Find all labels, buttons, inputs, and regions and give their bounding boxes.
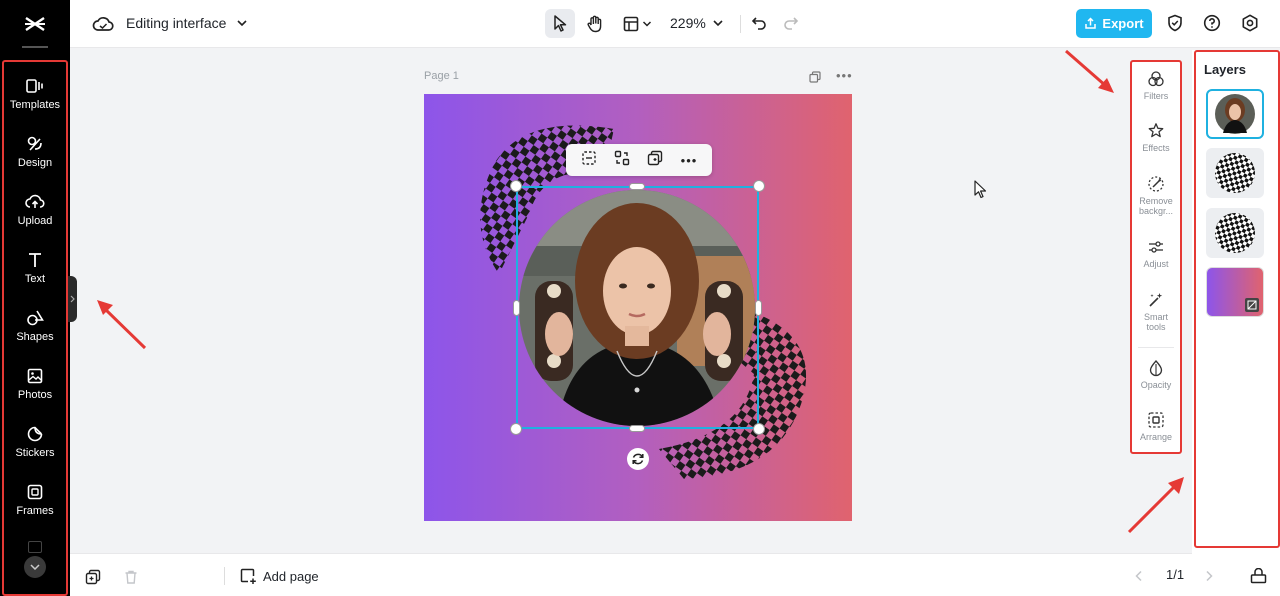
duplicate-icon bbox=[85, 569, 101, 585]
selection-bounding-box[interactable] bbox=[516, 186, 759, 429]
chevron-left-icon bbox=[1135, 570, 1142, 582]
design-canvas[interactable]: ••• bbox=[424, 94, 852, 521]
delete-page-button[interactable] bbox=[120, 566, 142, 588]
arrange-icon bbox=[1148, 412, 1164, 428]
add-page-icon bbox=[240, 568, 256, 584]
tool-label: Effects bbox=[1142, 143, 1170, 153]
bottom-divider bbox=[224, 567, 225, 585]
annotation-box-left bbox=[2, 60, 68, 596]
chevron-right-icon bbox=[1206, 570, 1213, 582]
adjust-sliders-icon bbox=[1149, 241, 1163, 253]
select-tool-button[interactable] bbox=[545, 9, 575, 38]
resize-handle-bottom[interactable] bbox=[629, 425, 645, 432]
project-title[interactable]: Editing interface bbox=[126, 15, 226, 31]
logo-divider bbox=[22, 46, 48, 48]
chevron-down-icon bbox=[642, 20, 651, 27]
tools-divider bbox=[1138, 347, 1174, 348]
help-icon bbox=[1203, 14, 1221, 32]
tool-opacity[interactable]: Opacity bbox=[1132, 359, 1180, 390]
remove-background-icon bbox=[1148, 176, 1164, 192]
resize-handle-right[interactable] bbox=[755, 300, 762, 316]
trash-icon bbox=[125, 570, 137, 584]
duplicate-page-button[interactable] bbox=[82, 566, 104, 588]
export-icon bbox=[1085, 17, 1097, 29]
settings-button[interactable] bbox=[1239, 12, 1261, 34]
magic-wand-icon bbox=[1149, 293, 1163, 307]
tool-label: Adjust bbox=[1143, 259, 1169, 269]
image-tools-panel: Filters Effects Remove backgr... Adjust … bbox=[1130, 60, 1182, 454]
resize-handle-left[interactable] bbox=[513, 300, 520, 316]
redo-button[interactable] bbox=[780, 12, 802, 34]
hand-tool-button[interactable] bbox=[582, 9, 608, 38]
rotate-icon bbox=[632, 453, 644, 465]
bottom-toolbar: Add page bbox=[70, 553, 1192, 596]
annotation-box-layers bbox=[1194, 50, 1280, 548]
gear-icon bbox=[1242, 14, 1258, 32]
tool-arrange[interactable]: Arrange bbox=[1132, 411, 1180, 442]
page-indicator: 1/1 bbox=[1166, 567, 1185, 582]
layout-icon bbox=[623, 16, 638, 31]
hand-icon bbox=[587, 15, 602, 32]
chevron-down-icon[interactable] bbox=[236, 16, 248, 34]
top-toolbar: Editing interface 229% Export bbox=[70, 0, 1280, 48]
resize-handle-bottom-right[interactable] bbox=[753, 423, 765, 435]
rotate-handle[interactable] bbox=[627, 448, 649, 470]
previous-page-button[interactable] bbox=[1128, 565, 1150, 587]
cloud-sync-icon[interactable] bbox=[92, 13, 114, 35]
resize-handle-top-right[interactable] bbox=[753, 180, 765, 192]
layout-menu-button[interactable] bbox=[619, 9, 655, 38]
page-more-options-icon[interactable]: ••• bbox=[836, 68, 853, 83]
resize-handle-bottom-left[interactable] bbox=[510, 423, 522, 435]
resize-handle-top-left[interactable] bbox=[510, 180, 522, 192]
duplicate-icon[interactable] bbox=[647, 150, 663, 171]
tool-label: Smart tools bbox=[1143, 312, 1168, 332]
tool-filters[interactable]: Filters bbox=[1132, 70, 1180, 101]
duplicate-page-icon[interactable] bbox=[809, 70, 821, 88]
add-page-label: Add page bbox=[263, 568, 319, 584]
add-page-button[interactable]: Add page bbox=[240, 565, 319, 587]
context-toolbar: ••• bbox=[566, 144, 712, 176]
tool-label: Remove backgr... bbox=[1138, 196, 1174, 216]
crop-select-icon[interactable] bbox=[581, 150, 597, 171]
page-panel-toggle-button[interactable] bbox=[1247, 565, 1269, 587]
more-options-icon[interactable]: ••• bbox=[681, 153, 698, 168]
zoom-level[interactable]: 229% bbox=[670, 15, 706, 31]
effects-icon bbox=[1148, 123, 1164, 138]
next-page-button[interactable] bbox=[1198, 565, 1220, 587]
pages-panel-icon bbox=[1250, 568, 1266, 584]
shield-button[interactable] bbox=[1164, 12, 1186, 34]
export-label: Export bbox=[1102, 16, 1144, 31]
tool-remove-background[interactable]: Remove backgr... bbox=[1132, 175, 1180, 216]
mouse-cursor-icon bbox=[974, 180, 987, 204]
shield-icon bbox=[1168, 14, 1182, 32]
export-button[interactable]: Export bbox=[1076, 9, 1152, 38]
pointer-icon bbox=[554, 15, 567, 32]
redo-icon bbox=[784, 17, 799, 30]
toolbar-divider bbox=[740, 15, 741, 33]
opacity-drop-icon bbox=[1149, 360, 1163, 377]
tool-adjust[interactable]: Adjust bbox=[1132, 238, 1180, 269]
tool-label: Opacity bbox=[1140, 380, 1172, 390]
tool-effects[interactable]: Effects bbox=[1132, 122, 1180, 153]
tool-label: Filters bbox=[1143, 91, 1169, 101]
chevron-down-icon[interactable] bbox=[712, 16, 724, 34]
undo-icon bbox=[751, 17, 766, 30]
filters-icon bbox=[1148, 71, 1164, 87]
help-button[interactable] bbox=[1201, 12, 1223, 34]
undo-button[interactable] bbox=[748, 12, 770, 34]
capcut-logo-icon[interactable] bbox=[0, 0, 70, 48]
replace-icon[interactable] bbox=[614, 150, 630, 171]
tool-smart-tools[interactable]: Smart tools bbox=[1132, 291, 1180, 332]
tool-label: Arrange bbox=[1139, 432, 1173, 442]
resize-handle-top[interactable] bbox=[629, 183, 645, 190]
page-label[interactable]: Page 1 bbox=[424, 70, 459, 82]
collapse-panel-handle[interactable] bbox=[68, 276, 77, 322]
